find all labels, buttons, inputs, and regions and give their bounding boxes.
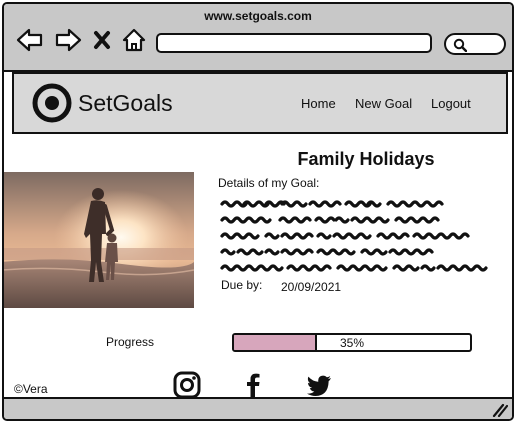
due-label: Due by: <box>221 278 263 292</box>
instagram-icon[interactable] <box>172 370 202 400</box>
progress-bar: 35% <box>232 333 472 352</box>
search-box[interactable] <box>444 33 506 55</box>
address-bar[interactable] <box>156 33 432 53</box>
nav-new-goal-link[interactable]: New Goal <box>355 96 412 111</box>
resize-grip-icon[interactable] <box>492 403 508 417</box>
back-arrow-icon[interactable] <box>16 26 44 54</box>
progress-label: Progress <box>106 335 155 349</box>
home-icon[interactable] <box>120 26 148 54</box>
url-title: www.setgoals.com <box>204 9 312 23</box>
search-icon <box>453 38 467 52</box>
goal-photo <box>4 172 194 308</box>
nav-home-link[interactable]: Home <box>301 96 336 111</box>
copyright-text: ©Vera <box>14 382 48 396</box>
due-date: 20/09/2021 <box>281 280 342 294</box>
facebook-icon[interactable] <box>238 370 268 400</box>
details-label: Details of my Goal: <box>218 176 320 190</box>
brand-name: SetGoals <box>78 90 173 116</box>
site-header: SetGoals Home New Goal Logout <box>12 72 508 134</box>
goal-title: Family Holidays <box>297 149 435 169</box>
browser-toolbar: www.setgoals.com <box>4 4 512 72</box>
browser-window: www.setgoals.com SetGoals Home New Goal … <box>2 2 514 421</box>
forward-arrow-icon[interactable] <box>54 26 82 54</box>
goal-details-text <box>220 200 488 272</box>
close-x-icon[interactable] <box>92 26 112 54</box>
progress-percent: 35% <box>339 335 365 350</box>
browser-status-bar <box>4 397 512 419</box>
target-logo-icon <box>32 83 72 123</box>
nav-logout-link[interactable]: Logout <box>431 96 471 111</box>
twitter-icon[interactable] <box>304 370 334 400</box>
